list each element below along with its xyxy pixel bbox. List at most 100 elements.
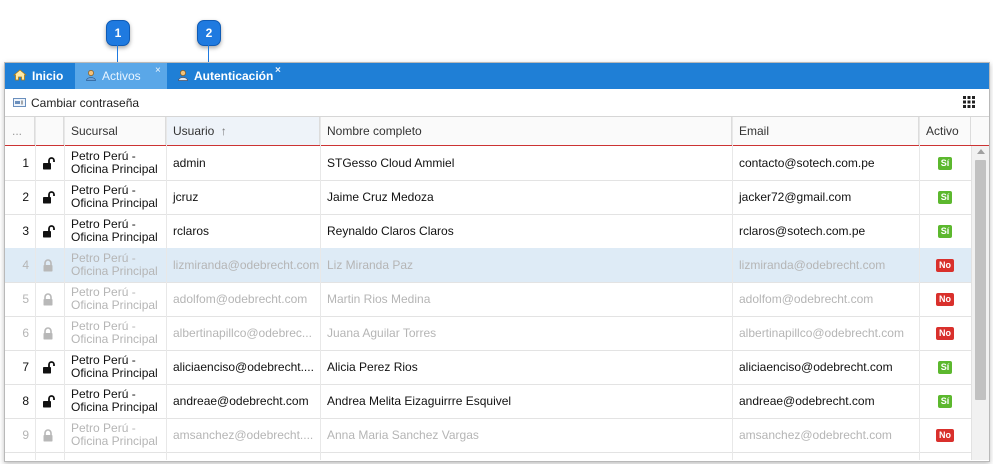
unlocked-icon[interactable] (35, 180, 64, 214)
column-divider (919, 117, 920, 460)
table-row[interactable]: 3 Petro Perú - Oficina Principal rclaros… (5, 214, 971, 249)
row-activo: Sí (919, 180, 971, 214)
table-header: ... Sucursal Usuario ↑ Nombre completo E… (5, 117, 989, 146)
row-activo: No (919, 248, 971, 282)
col-sucursal-header[interactable]: Sucursal (64, 117, 166, 145)
table-row[interactable]: 2 Petro Perú - Oficina Principal jcruz J… (5, 180, 971, 215)
row-activo: Sí (919, 384, 971, 418)
tab-inicio-label: Inicio (32, 69, 64, 83)
users-window: Inicio Activos × Autenticación × Cambiar… (4, 62, 990, 462)
column-divider (166, 117, 167, 460)
callout-1-line (117, 45, 118, 62)
status-badge: Sí (937, 190, 953, 204)
col-usuario-label: Usuario (173, 124, 215, 138)
row-sucursal: Petro Perú - Oficina Principal (71, 387, 158, 414)
table-row[interactable]: 4 Petro Perú - Oficina Principal lizmira… (5, 248, 971, 283)
unlocked-icon[interactable] (35, 214, 64, 248)
status-badge: No (936, 428, 954, 442)
col-activo-header[interactable]: Activo (919, 117, 971, 145)
vertical-scrollbar[interactable] (971, 146, 989, 460)
row-nombre: Liz Miranda Paz (327, 258, 414, 272)
scroll-up-icon[interactable] (977, 149, 985, 154)
column-divider (732, 117, 733, 460)
sort-asc-icon: ↑ (220, 124, 227, 138)
row-email: jacker72@gmail.com (739, 190, 852, 204)
row-nombre: Reynaldo Claros Claros (327, 224, 454, 238)
row-activo: No (919, 316, 971, 350)
table-row[interactable]: 9 Petro Perú - Oficina Principal amsanch… (5, 418, 971, 453)
row-usuario: andreae@odebrecht.com (173, 394, 309, 408)
callout-2-line (208, 45, 209, 62)
tab-autenticacion[interactable]: Autenticación × (167, 63, 287, 89)
close-icon[interactable]: × (275, 65, 281, 76)
password-field-icon (13, 96, 26, 110)
unlocked-icon[interactable] (35, 146, 64, 180)
row-nombre: Anna Maria Sanchez Vargas (327, 428, 479, 442)
status-badge: No (936, 292, 954, 306)
row-sucursal: Petro Perú - Oficina Principal (71, 251, 158, 278)
status-badge: No (936, 326, 954, 340)
close-icon[interactable]: × (155, 65, 161, 76)
home-icon (12, 68, 28, 84)
status-badge: Sí (937, 224, 953, 238)
row-usuario: adolfom@odebrecht.com (173, 292, 308, 306)
row-nombre: Juana Aguilar Torres (327, 326, 437, 340)
row-usuario: jcruz (173, 190, 199, 204)
tab-bar: Inicio Activos × Autenticación × (5, 63, 989, 89)
column-divider (35, 117, 36, 460)
toolbar: Cambiar contraseña (5, 89, 989, 117)
row-email: lizmiranda@odebrecht.com (739, 258, 886, 272)
table-row[interactable]: 8 Petro Perú - Oficina Principal andreae… (5, 384, 971, 419)
col-email-header[interactable]: Email (732, 117, 919, 145)
locked-icon[interactable] (35, 282, 64, 316)
col-lock-header (35, 117, 64, 145)
callout-1: 1 (106, 20, 130, 46)
row-activo: No (919, 418, 971, 452)
row-nombre: Martin Rios Medina (327, 292, 431, 306)
tab-activos[interactable]: Activos × (75, 63, 167, 89)
locked-icon[interactable] (35, 316, 64, 350)
row-email: amsanchez@odebrecht.com (739, 428, 892, 442)
row-index: 9 (22, 428, 29, 442)
table-row[interactable]: 7 Petro Perú - Oficina Principal aliciae… (5, 350, 971, 385)
column-divider (64, 117, 65, 460)
grid-menu-icon[interactable] (963, 96, 975, 111)
locked-icon[interactable] (35, 248, 64, 282)
row-activo: No (919, 282, 971, 316)
row-email: albertinapillco@odebrecht.com (739, 326, 904, 340)
row-index: 8 (22, 394, 29, 408)
col-usuario-header[interactable]: Usuario ↑ (166, 117, 320, 145)
row-usuario: aliciaenciso@odebrecht.... (173, 360, 314, 374)
status-badge: Sí (937, 360, 953, 374)
table-row[interactable]: 5 Petro Perú - Oficina Principal adolfom… (5, 282, 971, 317)
row-index: 6 (22, 326, 29, 340)
row-index: 3 (22, 224, 29, 238)
row-email: aliciaenciso@odebrecht.com (739, 360, 893, 374)
change-password-button[interactable]: Cambiar contraseña (13, 96, 139, 110)
table-row[interactable]: 1 Petro Perú - Oficina Principal admin S… (5, 146, 971, 181)
row-sucursal: Petro Perú - Oficina Principal (71, 183, 158, 210)
status-badge: No (936, 258, 954, 272)
col-nombre-header[interactable]: Nombre completo (320, 117, 732, 145)
locked-icon[interactable] (35, 418, 64, 452)
tab-activos-label: Activos (102, 69, 141, 83)
row-index: 5 (22, 292, 29, 306)
row-nombre: STGesso Cloud Ammiel (327, 156, 455, 170)
column-divider (320, 117, 321, 460)
row-activo: Sí (919, 214, 971, 248)
row-usuario: albertinapillco@odebrec... (173, 326, 312, 340)
unlocked-icon[interactable] (35, 350, 64, 384)
scrollbar-thumb[interactable] (975, 160, 986, 400)
change-password-label: Cambiar contraseña (31, 95, 140, 110)
status-badge: Sí (937, 394, 953, 408)
tab-inicio[interactable]: Inicio (12, 63, 75, 89)
row-index: 4 (22, 258, 29, 272)
row-usuario: rclaros (173, 224, 210, 238)
row-usuario: amsanchez@odebrecht.... (173, 428, 314, 442)
unlocked-icon[interactable] (35, 384, 64, 418)
col-index-header: ... (5, 117, 35, 145)
user-icon (85, 69, 97, 84)
row-sucursal: Petro Perú - Oficina Principal (71, 319, 158, 346)
table-row[interactable]: 6 Petro Perú - Oficina Principal alberti… (5, 316, 971, 351)
row-email: adolfom@odebrecht.com (739, 292, 874, 306)
